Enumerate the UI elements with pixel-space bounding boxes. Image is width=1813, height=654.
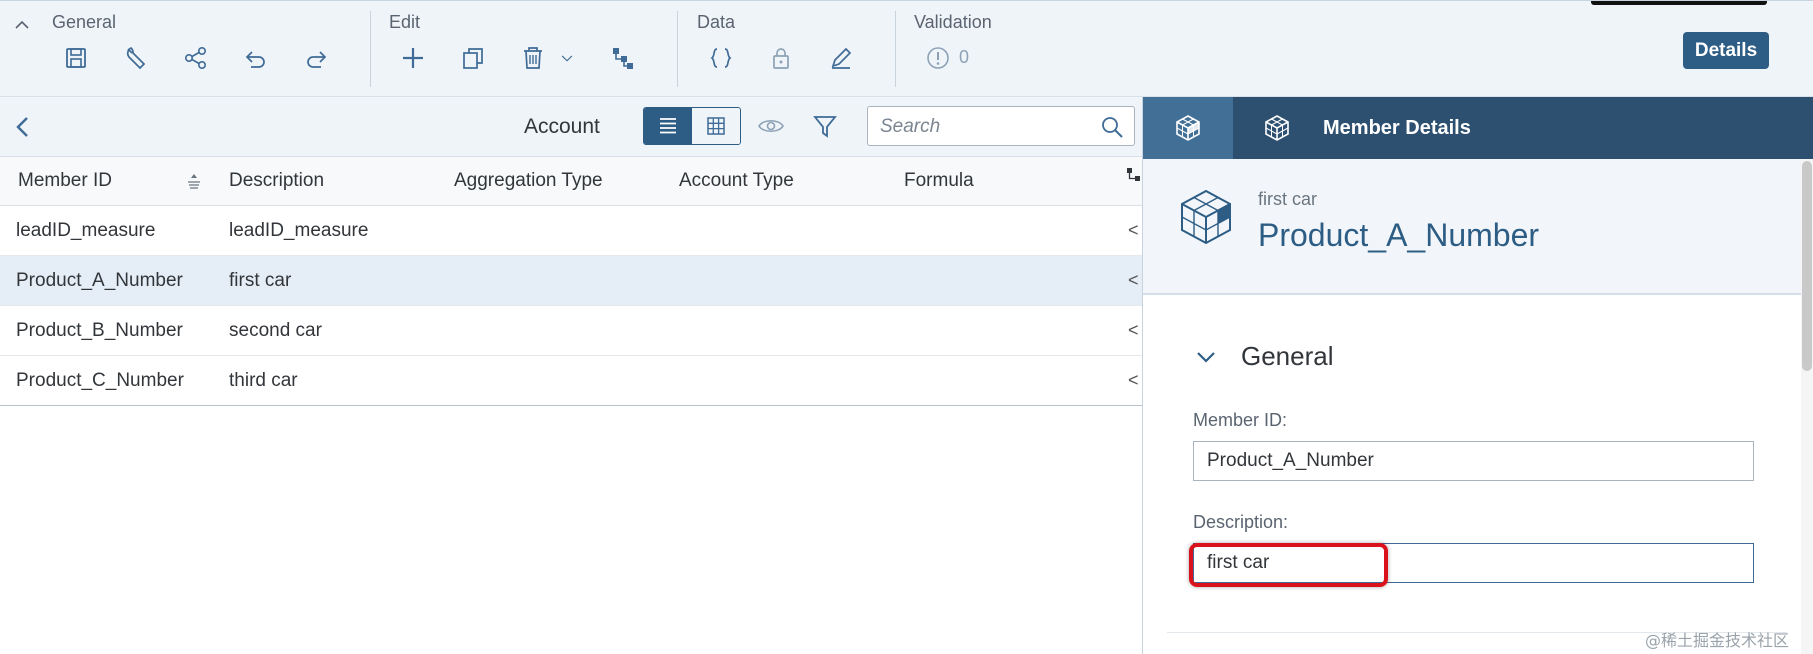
group-separator: [677, 11, 678, 87]
members-table: Member ID Description Aggregation Type A…: [0, 157, 1142, 406]
member-id-input[interactable]: [1194, 442, 1753, 480]
list-view-icon[interactable]: [644, 108, 692, 144]
undo-icon[interactable]: [241, 43, 271, 73]
dimension-header: Account: [0, 97, 1142, 157]
cube-icon[interactable]: [1262, 113, 1292, 143]
column-header-member-id[interactable]: Member ID: [18, 170, 112, 192]
row-truncation-marker: <: [1128, 270, 1139, 290]
hierarchy-icon[interactable]: [1126, 167, 1142, 183]
table-row[interactable]: Product_C_Number third car <: [0, 356, 1142, 406]
dimension-title: Account: [524, 115, 600, 138]
member-id-field[interactable]: [1193, 441, 1754, 481]
tab-member-details[interactable]: Member Details: [1323, 117, 1471, 140]
cell-description: second car: [229, 320, 322, 341]
table-row[interactable]: Product_A_Number first car <: [0, 256, 1142, 306]
redo-icon[interactable]: [301, 43, 331, 73]
column-header-formula[interactable]: Formula: [904, 170, 974, 192]
alert-circle-icon[interactable]: [923, 43, 953, 73]
cell-member-id: Product_C_Number: [16, 370, 184, 391]
member-id-label: Member ID:: [1193, 410, 1288, 430]
cell-description: leadID_measure: [229, 220, 369, 241]
cell-member-id: Product_A_Number: [16, 270, 183, 291]
chevron-up-icon[interactable]: [12, 15, 32, 35]
view-mode-toggle: [643, 107, 741, 145]
panel-tab-bar: Member Details: [1143, 97, 1813, 159]
search-field[interactable]: [867, 106, 1135, 146]
details-button[interactable]: Details: [1683, 32, 1769, 69]
chevron-down-icon[interactable]: [1195, 346, 1217, 368]
row-truncation-marker: <: [1128, 370, 1139, 390]
save-icon[interactable]: [61, 43, 91, 73]
cell-member-id: Product_B_Number: [16, 320, 183, 341]
sort-icon[interactable]: [184, 171, 204, 191]
table-row[interactable]: Product_B_Number second car <: [0, 306, 1142, 356]
eye-icon[interactable]: [757, 114, 785, 138]
edit-pen-icon[interactable]: [826, 43, 856, 73]
group-title-data: Data: [697, 12, 736, 32]
search-icon[interactable]: [1100, 115, 1124, 139]
column-header-account-type[interactable]: Account Type: [679, 170, 794, 192]
table-row[interactable]: leadID_measure leadID_measure <: [0, 206, 1142, 256]
row-truncation-marker: <: [1128, 220, 1139, 240]
description-label: Description:: [1193, 512, 1289, 532]
group-title-validation: Validation: [914, 12, 992, 32]
column-header-description[interactable]: Description: [229, 170, 324, 192]
description-input[interactable]: [1194, 544, 1753, 582]
row-truncation-marker: <: [1128, 320, 1139, 340]
copy-icon[interactable]: [458, 43, 488, 73]
scrollbar[interactable]: [1801, 159, 1813, 654]
cube-icon: [1176, 115, 1200, 141]
cell-description: first car: [229, 270, 292, 291]
validation-count: 0: [959, 47, 970, 67]
object-title: Product_A_Number: [1258, 217, 1540, 253]
add-icon[interactable]: [398, 43, 428, 73]
grid-view-icon[interactable]: [692, 108, 740, 144]
wrench-icon[interactable]: [121, 43, 151, 73]
delete-icon[interactable]: [518, 43, 548, 73]
member-details-panel: Member Details first car Product_A_Numbe…: [1142, 97, 1813, 654]
column-header-aggregation-type[interactable]: Aggregation Type: [454, 170, 603, 192]
group-title-edit: Edit: [389, 12, 421, 32]
formula-braces-icon[interactable]: [706, 43, 736, 73]
back-arrow-icon[interactable]: [10, 112, 36, 142]
cube-icon: [1181, 189, 1231, 245]
filter-icon[interactable]: [811, 112, 839, 140]
watermark: @稀土掘金技术社区: [1645, 631, 1790, 650]
description-field[interactable]: [1193, 543, 1754, 583]
group-separator: [895, 11, 896, 87]
share-icon[interactable]: [181, 43, 211, 73]
chevron-down-icon[interactable]: [552, 43, 582, 73]
table-header: Member ID Description Aggregation Type A…: [0, 157, 1142, 206]
object-subtitle: first car: [1258, 189, 1318, 209]
object-header: first car Product_A_Number: [1143, 159, 1813, 295]
group-separator: [370, 11, 371, 87]
toolbar: General Edit Data Validation 0 Details: [0, 0, 1813, 97]
window-edge: [1591, 1, 1767, 5]
lock-icon[interactable]: [766, 43, 796, 73]
group-title-general: General: [52, 12, 117, 32]
scrollbar-thumb[interactable]: [1802, 161, 1812, 371]
section-title-general[interactable]: General: [1241, 341, 1334, 372]
tab-dimension[interactable]: [1143, 97, 1233, 159]
hierarchy-icon[interactable]: [608, 43, 638, 73]
cell-member-id: leadID_measure: [16, 220, 156, 241]
search-input[interactable]: [880, 114, 1090, 140]
cell-description: third car: [229, 370, 298, 391]
